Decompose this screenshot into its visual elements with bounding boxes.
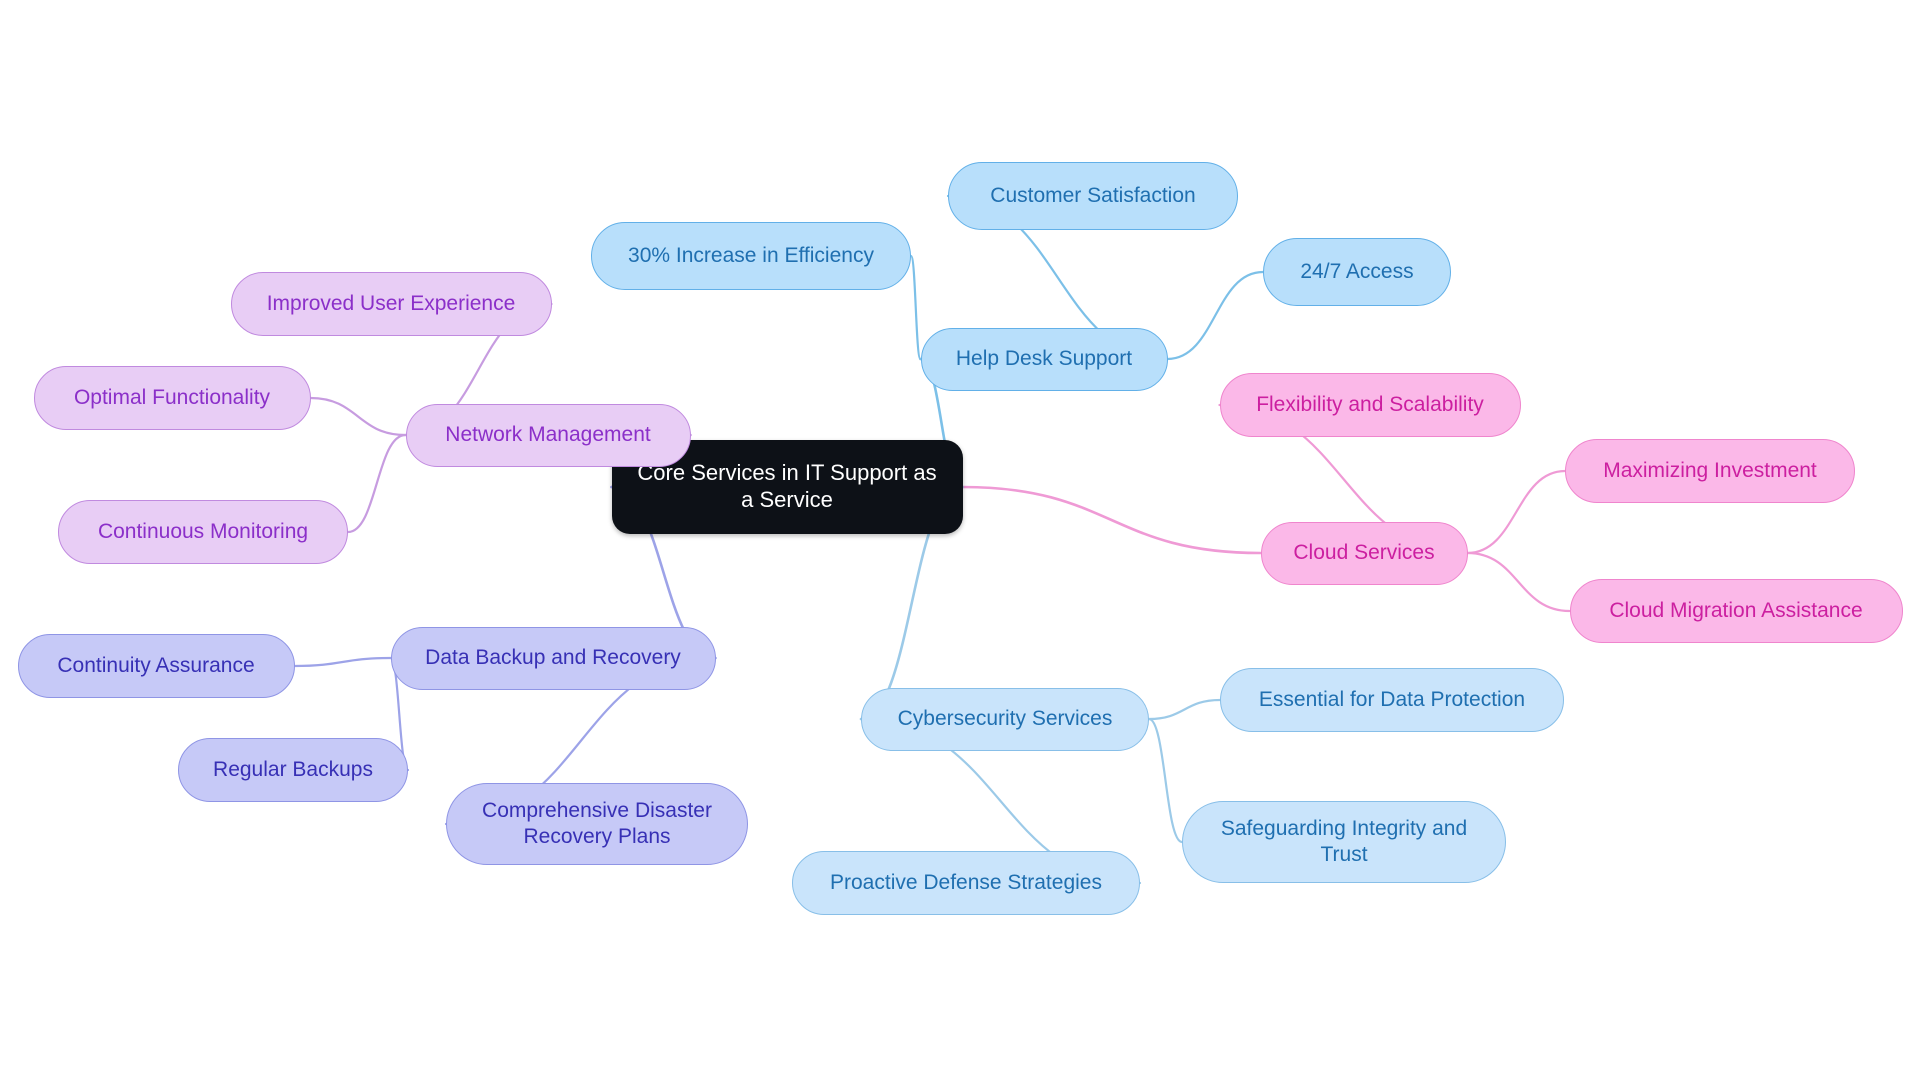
- leaf-node-continuity-assurance-label: Continuity Assurance: [57, 654, 255, 678]
- branch-node-help-desk-support[interactable]: Help Desk Support: [920, 327, 1168, 391]
- leaf-node-efficiency-increase-label: 30% Increase in Efficiency: [628, 244, 874, 268]
- branch-node-network-management-label: Network Management: [445, 423, 651, 447]
- leaf-node-access-24-7-label: 24/7 Access: [1300, 260, 1414, 284]
- leaf-node-continuity-assurance[interactable]: Continuity Assurance: [17, 634, 295, 698]
- leaf-node-regular-backups-label: Regular Backups: [213, 758, 373, 782]
- leaf-node-comprehensive-disaster-recovery-plans[interactable]: Comprehensive Disaster Recovery Plans: [446, 783, 748, 865]
- mindmap-canvas: Core Services in IT Support as a Service…: [0, 0, 1920, 1083]
- leaf-node-regular-backups[interactable]: Regular Backups: [178, 738, 408, 802]
- leaf-node-optimal-functionality-label: Optimal Functionality: [73, 386, 271, 410]
- leaf-node-customer-satisfaction-label: Customer Satisfaction: [990, 184, 1196, 208]
- leaf-node-flexibility-and-scalability[interactable]: Flexibility and Scalability: [1219, 373, 1521, 437]
- branch-node-network-management[interactable]: Network Management: [405, 403, 691, 467]
- leaf-node-optimal-functionality[interactable]: Optimal Functionality: [33, 366, 311, 430]
- branch-node-help-desk-support-label: Help Desk Support: [955, 347, 1133, 371]
- leaf-node-comprehensive-disaster-recovery-plans-label: Comprehensive Disaster Recovery Plans: [482, 799, 712, 848]
- leaf-node-access-24-7[interactable]: 24/7 Access: [1263, 238, 1451, 306]
- leaf-node-safeguarding-integrity-and-trust-label: Safeguarding Integrity and Trust: [1220, 817, 1468, 866]
- leaf-node-continuous-monitoring[interactable]: Continuous Monitoring: [58, 500, 348, 564]
- leaf-node-proactive-defense-strategies[interactable]: Proactive Defense Strategies: [792, 851, 1140, 915]
- leaf-node-safeguarding-integrity-and-trust[interactable]: Safeguarding Integrity and Trust: [1182, 801, 1506, 883]
- leaf-node-maximizing-investment[interactable]: Maximizing Investment: [1565, 439, 1855, 503]
- leaf-node-efficiency-increase[interactable]: 30% Increase in Efficiency: [591, 222, 911, 290]
- leaf-node-continuous-monitoring-label: Continuous Monitoring: [97, 520, 309, 544]
- branch-node-cybersecurity-services-label: Cybersecurity Services: [897, 707, 1113, 731]
- branch-node-data-backup-and-recovery[interactable]: Data Backup and Recovery: [390, 626, 716, 690]
- leaf-node-essential-for-data-protection-label: Essential for Data Protection: [1258, 688, 1526, 712]
- branch-node-data-backup-and-recovery-label: Data Backup and Recovery: [425, 646, 681, 670]
- leaf-node-maximizing-investment-label: Maximizing Investment: [1603, 459, 1817, 483]
- leaf-node-improved-user-experience-label: Improved User Experience: [266, 292, 516, 316]
- leaf-node-essential-for-data-protection[interactable]: Essential for Data Protection: [1220, 668, 1564, 732]
- leaf-node-customer-satisfaction[interactable]: Customer Satisfaction: [948, 162, 1238, 230]
- leaf-node-flexibility-and-scalability-label: Flexibility and Scalability: [1256, 393, 1484, 417]
- leaf-node-proactive-defense-strategies-label: Proactive Defense Strategies: [830, 871, 1102, 895]
- leaf-node-cloud-migration-assistance[interactable]: Cloud Migration Assistance: [1569, 579, 1903, 643]
- branch-node-cybersecurity-services[interactable]: Cybersecurity Services: [861, 687, 1149, 751]
- leaf-node-cloud-migration-assistance-label: Cloud Migration Assistance: [1609, 599, 1863, 623]
- leaf-node-improved-user-experience[interactable]: Improved User Experience: [230, 272, 552, 336]
- branch-node-cloud-services[interactable]: Cloud Services: [1260, 521, 1468, 585]
- branch-node-cloud-services-label: Cloud Services: [1293, 541, 1435, 565]
- root-node-label: Core Services in IT Support as a Service: [637, 460, 937, 512]
